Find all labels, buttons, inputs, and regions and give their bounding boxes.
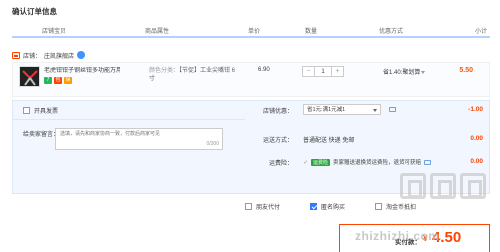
- insurance-tag: 运费险: [311, 158, 331, 166]
- message-label: 给卖家留言：: [23, 132, 60, 138]
- chat-wangwang-icon[interactable]: [77, 51, 86, 59]
- anonymous-checkbox[interactable]: [310, 203, 318, 210]
- divider: [13, 119, 245, 120]
- table-header: 店铺宝贝 商品属性 单价 数量 优惠方式 小计: [12, 24, 490, 38]
- message-input[interactable]: [56, 129, 222, 139]
- shop-icon: [12, 51, 20, 59]
- guarantee-icon[interactable]: 保: [64, 77, 72, 84]
- quantity-stepper: − 1 +: [302, 66, 344, 77]
- discount-select[interactable]: 省1元:满1元减1: [303, 104, 381, 115]
- watermark-glyph: [430, 173, 456, 199]
- shipping-value: 0.00: [470, 135, 483, 142]
- invoice-option[interactable]: 开具发票: [23, 106, 58, 115]
- order-item-row: 老虎钳钳子钢丝钳多功能万用老... 7 包 保 颜色分类：【节促】工业尖嘴钳 6…: [12, 62, 490, 97]
- watermark-logo: [400, 173, 486, 199]
- coin-checkbox[interactable]: [375, 203, 383, 210]
- col-shop-item: 店铺宝贝: [42, 29, 67, 35]
- message-field[interactable]: 0/200: [55, 128, 223, 150]
- friend-pay-label: 朋友代付: [256, 205, 281, 211]
- shop-row: 店铺： 庄凯旗舰店: [12, 50, 86, 60]
- service-badges: 7 包 保: [44, 77, 72, 84]
- message-icon[interactable]: [424, 159, 432, 165]
- discount-label: 店铺优惠：: [263, 109, 294, 115]
- invoice-label: 开具发票: [34, 109, 59, 115]
- coin-label: 淘金币抵扣: [386, 205, 417, 211]
- promo-dropdown[interactable]: 省1.40:聚划算: [383, 67, 426, 76]
- free-shipping-icon[interactable]: 包: [54, 77, 62, 84]
- coin-option[interactable]: 淘金币抵扣: [375, 202, 416, 211]
- insurance-label: 运费险：: [269, 161, 294, 167]
- insurance-info: ✓ 运费险 卖家赠送退换货运费险，退货可获赔: [303, 158, 432, 166]
- anonymous-label: 匿名购买: [321, 205, 346, 211]
- payment-options: 朋友代付 匿名购买 淘金币抵扣: [245, 202, 416, 211]
- shop-name-link[interactable]: 庄凯旗舰店: [44, 51, 74, 60]
- chevron-down-icon: [373, 109, 377, 112]
- promo-text: 省1.40:聚划算: [383, 70, 421, 76]
- char-counter: 0/200: [206, 141, 219, 147]
- insurance-text: 卖家赠送退换货运费险，退货可获赔: [333, 160, 422, 166]
- seven-day-return-icon[interactable]: 7: [44, 77, 52, 84]
- invoice-checkbox[interactable]: [23, 107, 30, 114]
- discount-value: -1.00: [468, 106, 483, 113]
- chevron-down-icon: [421, 70, 426, 74]
- shop-label: 店铺：: [23, 53, 42, 60]
- increase-button[interactable]: +: [332, 67, 343, 76]
- shipping-method: 普通配送 快递 免邮: [303, 138, 355, 144]
- page-title: 确认订单信息: [12, 7, 57, 16]
- col-unit-price: 单价: [248, 29, 261, 35]
- col-quantity: 数量: [305, 29, 318, 35]
- watermark-glyph: [460, 173, 486, 199]
- friend-pay-checkbox[interactable]: [245, 203, 252, 210]
- col-attributes: 商品属性: [145, 29, 170, 35]
- product-attributes: 颜色分类：【节促】工业尖嘴钳 6寸: [149, 67, 239, 83]
- discount-selected: 省1元:满1元减1: [307, 107, 346, 113]
- watermark-glyph: [400, 173, 426, 199]
- friend-pay-option[interactable]: 朋友代付: [245, 202, 280, 211]
- product-thumbnail[interactable]: [19, 66, 40, 87]
- decrease-button[interactable]: −: [303, 67, 314, 76]
- quantity-input[interactable]: 1: [314, 67, 332, 76]
- col-subtotal: 小计: [475, 29, 488, 35]
- anonymous-option[interactable]: 匿名购买: [310, 202, 345, 211]
- shipping-label: 运送方式：: [263, 138, 294, 144]
- item-subtotal: 5.50: [459, 67, 473, 74]
- unit-price: 6.90: [258, 67, 270, 73]
- col-discount: 优惠方式: [379, 29, 404, 35]
- attr-label: 颜色分类：: [149, 68, 180, 74]
- product-name-link[interactable]: 老虎钳钳子钢丝钳多功能万用老...: [44, 67, 120, 75]
- insurance-value: 0.00: [470, 158, 483, 165]
- message-icon[interactable]: [389, 107, 396, 112]
- check-icon: ✓: [303, 159, 309, 166]
- watermark-text: zhizhizhi.com: [355, 229, 440, 243]
